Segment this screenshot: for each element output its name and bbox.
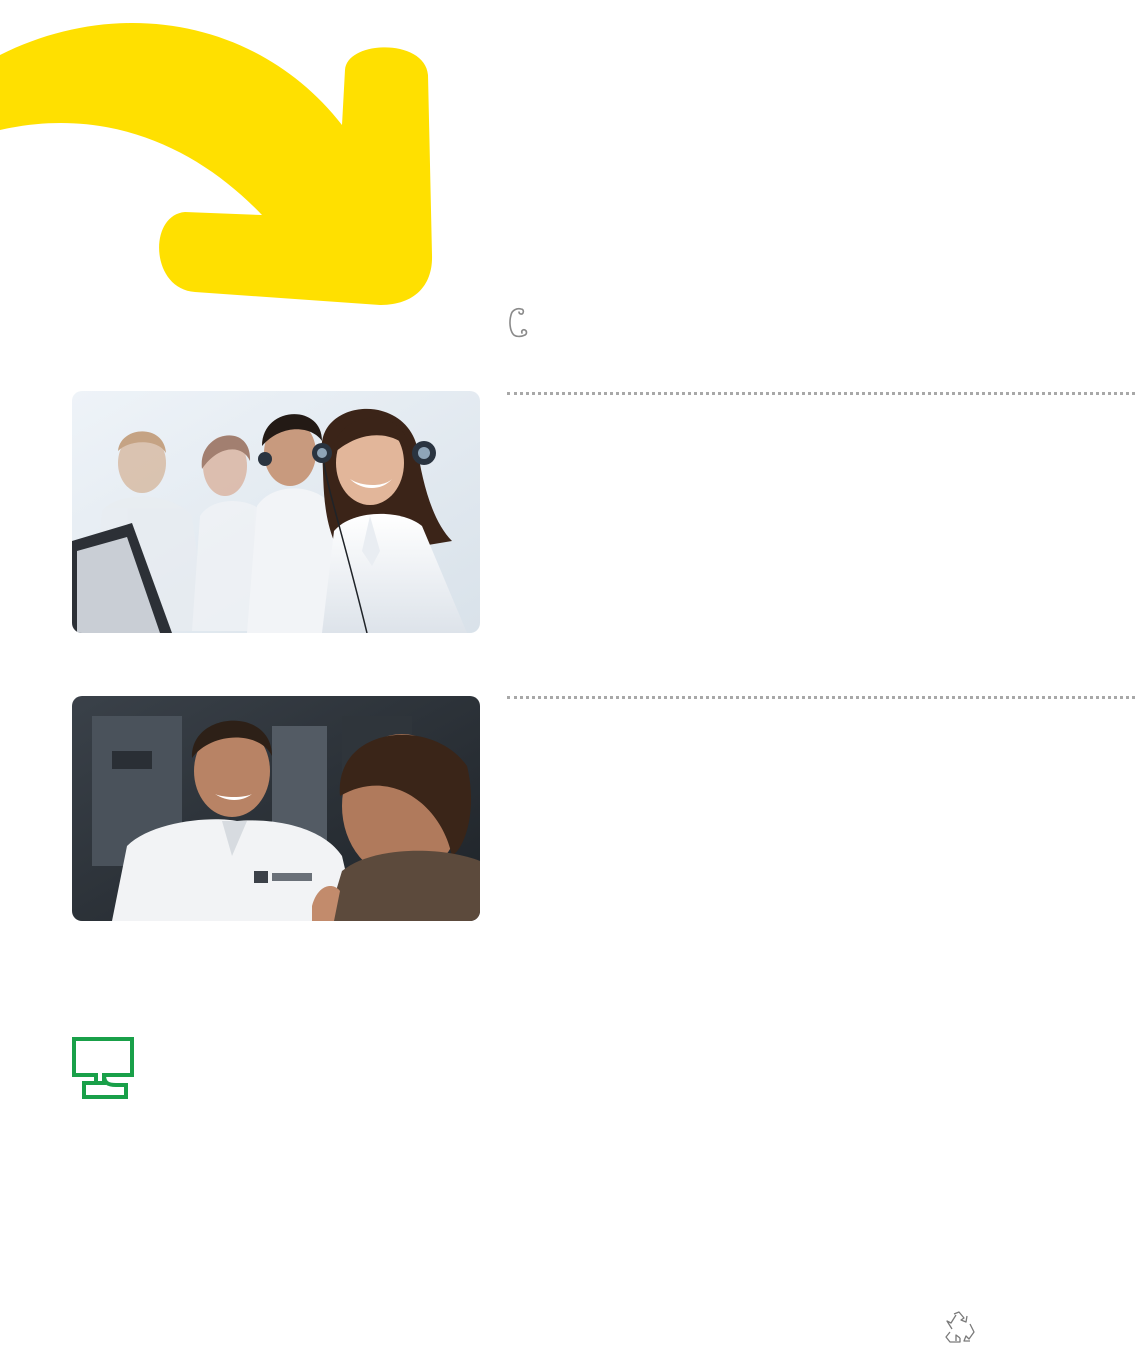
technician-photo	[72, 696, 480, 921]
call-center-photo	[72, 391, 480, 633]
phone-handset-icon	[505, 306, 531, 338]
section-divider	[507, 696, 1135, 699]
section-divider	[507, 392, 1135, 395]
curved-arrow-icon	[0, 0, 460, 330]
recycle-icon	[942, 1310, 976, 1344]
monitor-icon	[70, 1035, 136, 1103]
